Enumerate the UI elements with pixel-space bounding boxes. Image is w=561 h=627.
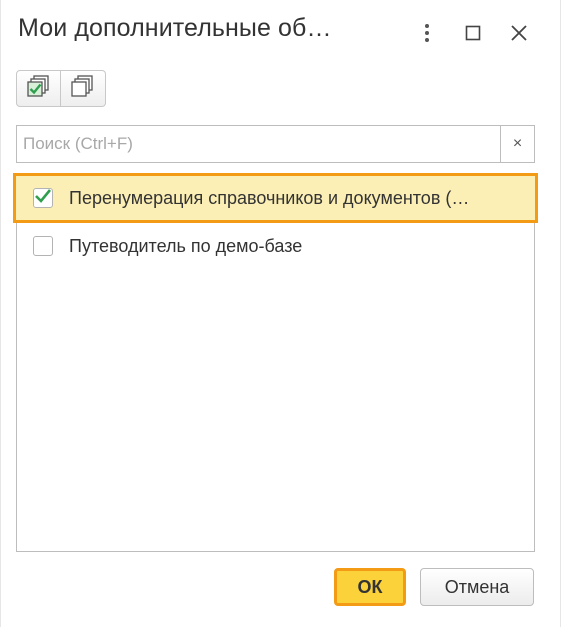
dialog-footer: ОК Отмена: [334, 568, 534, 606]
dialog-window: Мои дополнительные об… Поиск (Ctrl+F) × …: [0, 0, 561, 627]
item-checkbox[interactable]: [33, 236, 53, 256]
extensions-list: Перенумерация справочников и документов …: [13, 173, 538, 552]
more-menu-button[interactable]: [404, 18, 450, 48]
uncheck-all-button[interactable]: [61, 70, 106, 107]
item-checkbox[interactable]: [33, 188, 53, 208]
window-controls: [404, 18, 542, 48]
uncheck-all-icon: [71, 75, 95, 102]
list-item-label: Перенумерация справочников и документов …: [69, 187, 470, 208]
more-vertical-icon: [424, 23, 430, 43]
list-item[interactable]: Перенумерация справочников и документов …: [13, 173, 538, 223]
check-all-icon: [26, 75, 51, 102]
list-item[interactable]: Путеводитель по демо-базе: [17, 223, 534, 269]
maximize-button[interactable]: [450, 18, 496, 48]
maximize-icon: [465, 25, 481, 41]
list-item-label: Путеводитель по демо-базе: [69, 235, 303, 256]
window-title: Мои дополнительные об…: [18, 14, 332, 42]
toolbar: [16, 70, 106, 107]
search-box: ×: [16, 125, 535, 163]
cancel-button[interactable]: Отмена: [420, 568, 534, 606]
checkmark-icon: [34, 188, 52, 209]
close-button[interactable]: [496, 18, 542, 48]
ok-button[interactable]: ОК: [334, 568, 406, 606]
search-input[interactable]: [17, 126, 500, 162]
close-icon: [510, 24, 528, 42]
check-all-button[interactable]: [16, 70, 61, 107]
search-clear-button[interactable]: ×: [500, 126, 534, 162]
